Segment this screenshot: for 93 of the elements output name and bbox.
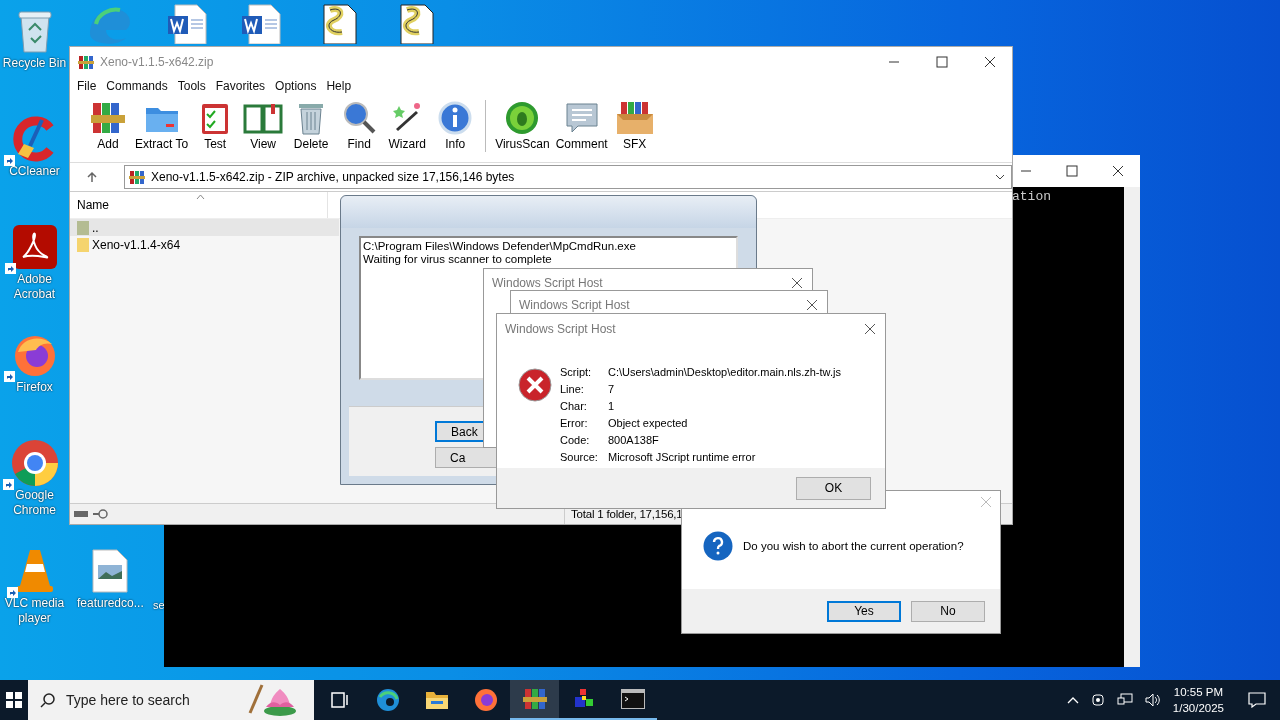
folder-icon (77, 237, 89, 252)
field-label: Char: (560, 400, 588, 414)
close-icon[interactable] (791, 276, 803, 289)
word-document-icon[interactable] (241, 4, 281, 44)
maximize-icon[interactable] (936, 55, 948, 68)
folder-icon (424, 690, 449, 710)
dialog-message: Do you wish to abort the current operation? (743, 540, 964, 552)
books-icon (129, 169, 145, 185)
field-label: Code: (560, 434, 591, 448)
toolbar-button[interactable]: Add (84, 100, 132, 151)
close-icon[interactable] (864, 323, 876, 335)
books-icon (78, 53, 94, 70)
status-text: Total 1 folder, 17,156,1 (570, 508, 683, 520)
dialog-button[interactable]: Yes (827, 600, 901, 622)
toolbar-button[interactable]: Wizard (383, 100, 432, 151)
toolbar-button[interactable]: SFX (610, 100, 659, 151)
up-arrow-icon[interactable] (86, 171, 98, 183)
ok-button[interactable]: OK (796, 476, 871, 500)
books-icon (522, 688, 547, 710)
question-icon (703, 531, 733, 561)
parent-folder-icon (77, 220, 89, 235)
address-field[interactable]: Xeno-v1.1.5-x642.zip - ZIP archive, unpacked size 17,156,146 bytes (124, 165, 1012, 189)
field-value: Object expected (608, 417, 689, 431)
console-text: ation (1012, 189, 1051, 204)
error-icon (518, 368, 552, 402)
log-line: Waiting for virus scanner to complete (363, 253, 553, 266)
image-file-icon[interactable] (92, 549, 128, 593)
dialog-title: Windows Script Host (505, 322, 616, 336)
box-icon (614, 100, 655, 136)
edge-wave-icon (375, 688, 400, 712)
close-icon[interactable] (984, 55, 996, 68)
menu-item[interactable]: Tools (172, 79, 211, 93)
menu-item[interactable]: Favorites (210, 79, 271, 93)
task-view-icon (328, 691, 349, 709)
toolbar-button[interactable]: Delete (287, 100, 336, 151)
field-value: C:\Users\admin\Desktop\editor.main.nls.zh-tw.js (608, 366, 841, 380)
terminal-icon (620, 689, 645, 709)
file-name: Xeno-v1.1.4-x64 (92, 237, 181, 252)
clock-time[interactable]: 10:55 PM (1173, 684, 1224, 700)
scrollbar[interactable] (1124, 187, 1140, 667)
dialog-title: Windows Script Host (519, 297, 630, 312)
sort-caret-icon (196, 194, 205, 200)
clock-date[interactable]: 1/30/2025 (1172, 700, 1224, 716)
toolbar-button[interactable]: Test (191, 100, 240, 151)
search-icon (40, 692, 56, 708)
fox-globe-icon (473, 688, 498, 712)
field-label: Line: (560, 383, 585, 397)
toolbar-button[interactable]: View (239, 100, 288, 151)
field-value: 7 (608, 383, 616, 397)
toolbar-button[interactable]: Info (431, 100, 480, 151)
chevron-up-icon[interactable] (1066, 696, 1079, 704)
toolbar-button[interactable]: Find (335, 100, 384, 151)
field-label: Error: (560, 417, 589, 431)
field-label: Source: (560, 451, 599, 465)
books-icon (90, 100, 126, 136)
drive-icon (74, 511, 88, 517)
start-icon[interactable] (6, 692, 22, 708)
dialog-button[interactable]: No (911, 600, 985, 622)
window-title: Xeno-v1.1.5-x642.zip (100, 54, 214, 69)
dropdown-caret-icon (995, 173, 1005, 181)
field-value: 800A138F (608, 434, 660, 448)
key-icon (92, 509, 108, 519)
notification-icon[interactable] (1248, 692, 1266, 708)
device-icon[interactable] (1090, 692, 1105, 708)
field-value: 1 (608, 400, 616, 414)
menu-item[interactable]: Commands (101, 79, 173, 93)
dialog-title: Windows Script Host (492, 275, 603, 290)
word-document-icon[interactable] (167, 4, 207, 44)
maximize-icon[interactable] (1066, 165, 1078, 177)
file-name: .. (92, 220, 99, 235)
file-row[interactable]: .. (70, 219, 339, 236)
field-label: Script: (560, 366, 593, 380)
menu-item[interactable]: Options (270, 79, 322, 93)
close-icon[interactable] (806, 298, 818, 311)
toolbar-button[interactable]: VirusScan (492, 100, 553, 151)
pdf-logo-icon[interactable] (12, 225, 57, 269)
menu-item[interactable]: File (72, 79, 102, 93)
taskbar-button[interactable] (510, 680, 559, 720)
file-row[interactable]: Xeno-v1.1.4-x64 (70, 236, 339, 253)
chrome-ball-icon[interactable] (10, 439, 59, 487)
field-value: Microsoft JScript runtime error (608, 451, 757, 465)
volume-icon[interactable] (1144, 693, 1161, 707)
bug-icon (504, 100, 541, 136)
close-icon[interactable] (1112, 165, 1124, 177)
info-icon (437, 100, 474, 136)
toolbar-button[interactable]: Extract To (132, 100, 192, 151)
search-icon (341, 100, 378, 136)
search-bar[interactable]: Type here to search (28, 680, 314, 720)
search-field[interactable]: Type here to search (64, 691, 236, 709)
network-icon[interactable] (1116, 693, 1133, 707)
log-line: C:\Program Files\Windows Defender\MpCmdRun.exe (363, 240, 637, 253)
menu-item[interactable]: Help (321, 79, 357, 93)
toolbar-button[interactable]: Comment (552, 100, 611, 151)
